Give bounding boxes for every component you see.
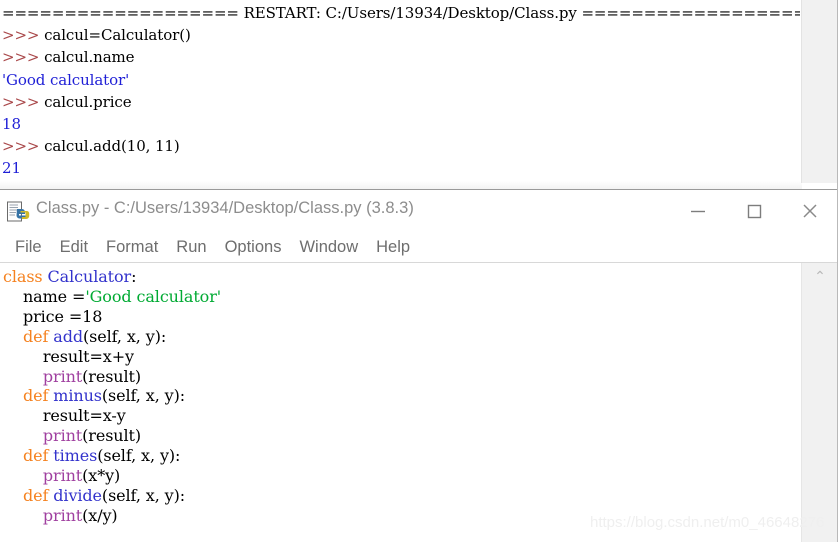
code-token-code: result=x+y: [3, 346, 134, 366]
code-token-code: (x/y): [82, 505, 118, 525]
code-token-output: 21: [2, 159, 21, 178]
editor-code-line: def times(self, x, y):: [3, 446, 800, 466]
code-token-code: [3, 446, 23, 465]
editor-code-line: def add(self, x, y):: [3, 327, 800, 347]
code-token-builtin: print: [42, 366, 83, 386]
code-token-code: [3, 486, 23, 505]
shell-line: 18: [2, 113, 800, 135]
code-token-code: result=x-y: [3, 406, 126, 426]
shell-line: >>> calcul.add(10, 11): [2, 135, 800, 157]
menu-edit[interactable]: Edit: [51, 236, 97, 258]
close-button[interactable]: [782, 190, 838, 232]
code-token-code: (result): [82, 366, 142, 386]
code-token-builtin: print: [42, 466, 83, 486]
code-token-plain: calcul.price: [44, 92, 132, 111]
code-token-builtin: print: [42, 426, 83, 446]
editor-code-line: name ='Good calculator': [3, 287, 800, 307]
code-token-keyword: def: [22, 326, 54, 346]
shell-line: 'Good calculator': [2, 69, 800, 91]
editor-window: Class.py - C:/Users/13934/Desktop/Class.…: [0, 190, 838, 542]
menu-options[interactable]: Options: [216, 236, 291, 258]
code-token-code: (self, x, y):: [101, 485, 186, 505]
editor-code-line: print(x*y): [3, 466, 800, 486]
menu-window[interactable]: Window: [290, 236, 367, 258]
shell-line: >>> calcul=Calculator(): [2, 24, 800, 46]
code-token-code: [3, 327, 23, 346]
code-token-code: (self, x, y):: [83, 326, 167, 346]
code-token-code: name =: [3, 286, 86, 306]
code-token-code: price =18: [3, 306, 103, 326]
code-token-keyword: class: [3, 267, 48, 286]
shell-line: 21: [2, 157, 800, 179]
shell-line: >>> calcul.price: [2, 91, 800, 113]
editor-code-line: def divide(self, x, y):: [3, 486, 800, 506]
shell-line: =================== RESTART: C:/Users/13…: [2, 2, 800, 24]
code-token-restart: =================== RESTART: C:/Users/13…: [2, 4, 800, 22]
editor-code-line: print(result): [3, 426, 800, 446]
window-controls: [670, 190, 838, 232]
code-token-output: 'Good calculator': [2, 70, 130, 89]
code-token-code: (self, x, y):: [101, 386, 186, 406]
window-title: Class.py - C:/Users/13934/Desktop/Class.…: [36, 199, 414, 217]
code-token-code: :: [131, 267, 137, 286]
menu-format[interactable]: Format: [97, 236, 167, 258]
code-token-code: [3, 426, 43, 445]
code-token-classname: add: [53, 326, 84, 346]
code-token-plain: calcul=Calculator(): [44, 26, 191, 45]
code-token-classname: times: [53, 446, 98, 466]
python-shell-window: =================== RESTART: C:/Users/13…: [0, 0, 838, 190]
code-token-keyword: def: [22, 485, 54, 505]
editor-titlebar[interactable]: Class.py - C:/Users/13934/Desktop/Class.…: [0, 190, 838, 232]
editor-scrollbar[interactable]: ⌃: [801, 263, 838, 542]
shell-fade: [0, 181, 802, 189]
code-token-keyword: def: [22, 386, 54, 406]
code-token-keyword: def: [22, 446, 54, 466]
shell-output-text[interactable]: =================== RESTART: C:/Users/13…: [0, 0, 800, 182]
editor-code-line: price =18: [3, 307, 800, 327]
minimize-button[interactable]: [670, 190, 726, 232]
code-token-prompt: >>>: [2, 48, 45, 67]
code-token-code: [3, 367, 43, 386]
menu-run[interactable]: Run: [167, 236, 215, 258]
editor-code-line: def minus(self, x, y):: [3, 386, 800, 406]
code-token-code: [3, 466, 43, 485]
editor-code-text[interactable]: class Calculator: name ='Good calculator…: [0, 263, 800, 542]
code-token-code: [3, 386, 23, 405]
code-token-prompt: >>>: [2, 26, 45, 45]
chevron-up-icon[interactable]: ⌃: [802, 269, 838, 283]
code-token-prompt: >>>: [2, 92, 45, 111]
editor-code-line: result=x-y: [3, 406, 800, 426]
menu-help[interactable]: Help: [367, 236, 419, 258]
code-token-code: (x*y): [82, 466, 121, 486]
code-token-builtin: print: [42, 505, 83, 525]
maximize-button[interactable]: [726, 190, 782, 232]
code-token-plain: calcul.add(10, 11): [44, 137, 180, 156]
editor-code-line: print(x/y): [3, 506, 800, 526]
code-token-code: (result): [82, 426, 142, 446]
code-token-prompt: >>>: [2, 137, 45, 156]
editor-menubar: File Edit Format Run Options Window Help: [0, 232, 838, 263]
code-token-string: 'Good calculator': [85, 286, 222, 306]
code-token-classname: minus: [53, 386, 102, 406]
code-token-output: 18: [2, 115, 21, 134]
editor-code-line: class Calculator:: [3, 267, 800, 287]
editor-code-line: result=x+y: [3, 347, 800, 367]
python-file-icon: [6, 200, 30, 224]
editor-code-line: print(result): [3, 367, 800, 387]
editor-body: class Calculator: name ='Good calculator…: [0, 263, 838, 542]
idle-screen: =================== RESTART: C:/Users/13…: [0, 0, 838, 542]
code-token-code: (self, x, y):: [97, 446, 181, 466]
code-token-classname: divide: [53, 485, 102, 505]
code-token-classname: Calculator: [47, 267, 132, 286]
menu-file[interactable]: File: [6, 236, 51, 258]
shell-scrollbar[interactable]: [801, 0, 838, 183]
shell-line: >>> calcul.name: [2, 46, 800, 68]
code-token-plain: calcul.name: [44, 48, 135, 67]
code-token-code: [3, 506, 43, 525]
